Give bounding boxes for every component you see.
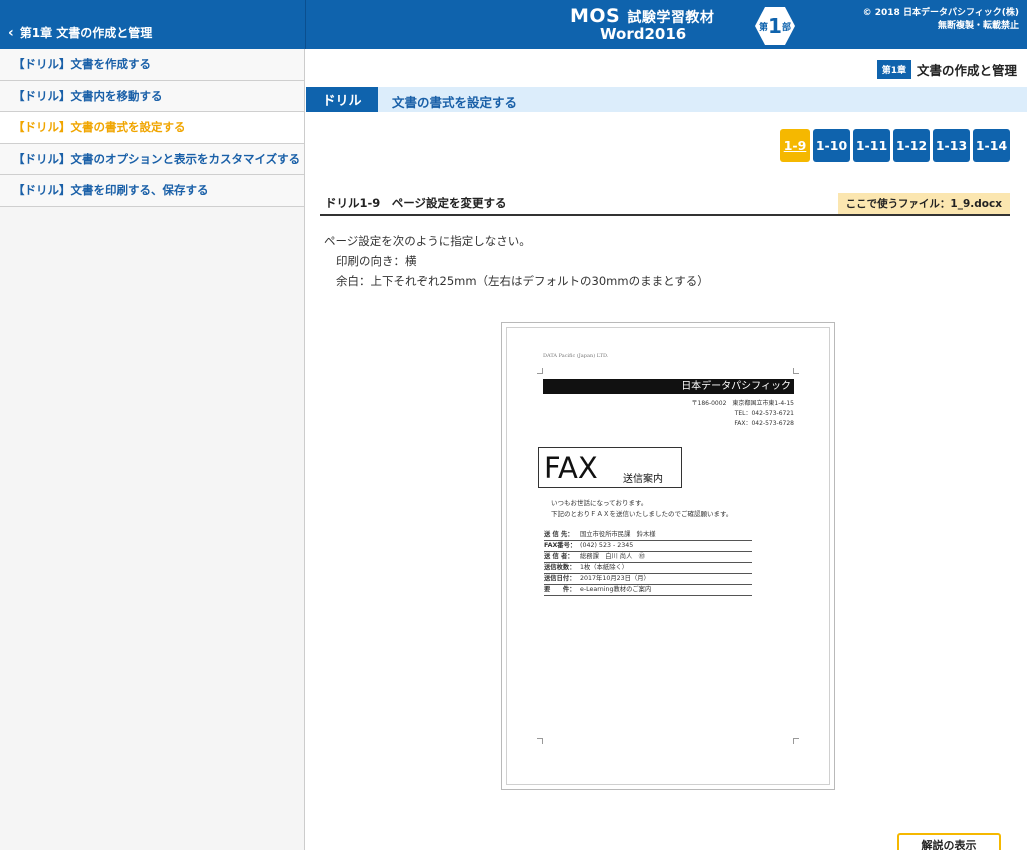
chapter-heading: 第1章 文書の作成と管理 <box>876 60 1017 79</box>
page-button-1-12[interactable]: 1-12 <box>893 129 930 162</box>
sidebar-item-print-save[interactable]: 【ドリル】文書を印刷する、保存する <box>0 175 304 207</box>
chapter-title: 文書の作成と管理 <box>916 63 1017 78</box>
margin-corner-mark <box>793 368 799 374</box>
company-address: 〒186-0002 東京都国立市東1-4-15 TEL：042-573-6721… <box>691 400 795 427</box>
question-title: ドリル1-9 ページ設定を変更する <box>325 196 507 210</box>
show-explanation-button[interactable]: 解説の表示 <box>897 833 1001 850</box>
fax-field: 送信枚数： 1枚（本紙除く） <box>544 563 752 574</box>
document-preview: DATA Pacific (Japan) LTD. 日本データパシフィック 〒1… <box>501 322 835 790</box>
file-label: ここで使うファイル：1_9.docx <box>837 193 1010 214</box>
company-name-bar: 日本データパシフィック <box>543 379 794 394</box>
company-name-en: DATA Pacific (Japan) LTD. <box>543 353 609 359</box>
margin-corner-mark <box>793 738 799 744</box>
back-to-chapter-link[interactable]: ‹ 第1章 文書の作成と管理 <box>8 24 152 41</box>
part-badge: 第1部 <box>755 7 795 45</box>
fax-title: FAX <box>544 451 598 485</box>
fax-field: 送信日付： 2017年10月23日（月） <box>544 574 752 585</box>
logo-sub-text: Word2016 <box>600 25 687 43</box>
page-button-1-9[interactable]: 1-9 <box>780 129 810 162</box>
margin-corner-mark <box>537 368 543 374</box>
page-button-1-13[interactable]: 1-13 <box>933 129 970 162</box>
sidebar-item-customize-options[interactable]: 【ドリル】文書のオプションと表示をカスタマイズする <box>0 143 304 175</box>
sidebar-item-format-document[interactable]: 【ドリル】文書の書式を設定する <box>0 112 304 144</box>
fax-field: 送 信 先： 国立市役所市民課 鈴木様 <box>544 530 752 541</box>
instruction-line: ページ設定を次のように指定しなさい。 <box>324 234 531 248</box>
instruction-line: 余白：上下それぞれ25mm（左右はデフォルトの30mmのままとする） <box>336 274 709 288</box>
drill-title: 文書の書式を設定する <box>392 95 518 110</box>
copyright-notice: © 2018 日本データパシフィック(株) 無断複製・転載禁止 <box>862 8 1019 31</box>
question-header: ドリル1-9 ページ設定を変更する ここで使うファイル：1_9.docx <box>320 193 1010 216</box>
margin-corner-mark <box>537 738 543 744</box>
instruction-line: 印刷の向き：横 <box>336 254 417 268</box>
main-content: 第1章 文書の作成と管理 ドリル 文書の書式を設定する 1-9 1-10 1-1… <box>306 49 1027 850</box>
drill-pager: 1-9 1-10 1-11 1-12 1-13 1-14 <box>780 129 1010 162</box>
sidebar: 【ドリル】文書を作成する 【ドリル】文書内を移動する 【ドリル】文書の書式を設定… <box>0 49 305 850</box>
chevron-left-icon: ‹ <box>8 24 14 41</box>
fax-document: DATA Pacific (Japan) LTD. 日本データパシフィック 〒1… <box>507 328 829 784</box>
fax-fields: 送 信 先： 国立市役所市民課 鈴木様 FAX番号： (042) 523 - 234… <box>544 530 752 596</box>
app-header: ‹ 第1章 文書の作成と管理 MOS 試験学習教材 Word2016 第1部 ©… <box>0 0 1027 49</box>
mos-logo: MOS 試験学習教材 Word2016 第1部 <box>540 3 810 46</box>
fax-greeting: いつもお世話になっております。 下記のとおりＦＡＸを送信いたしましたのでご確認願… <box>551 499 733 518</box>
fax-title-box: FAX 送信案内 <box>538 447 682 488</box>
page-button-1-11[interactable]: 1-11 <box>853 129 890 162</box>
page-button-1-10[interactable]: 1-10 <box>813 129 850 162</box>
fax-subtitle: 送信案内 <box>623 474 663 485</box>
sidebar-item-navigate-document[interactable]: 【ドリル】文書内を移動する <box>0 80 304 112</box>
back-label: 第1章 文書の作成と管理 <box>19 26 153 40</box>
chapter-tag: 第1章 <box>876 60 911 79</box>
fax-field: 送 信 者： 総務課 白川 尚人 ㊞ <box>544 552 752 563</box>
sidebar-item-create-document[interactable]: 【ドリル】文書を作成する <box>0 49 304 81</box>
document-page: DATA Pacific (Japan) LTD. 日本データパシフィック 〒1… <box>506 327 830 785</box>
fax-field: FAX番号： (042) 523 - 2345 <box>544 541 752 552</box>
drill-bar: ドリル 文書の書式を設定する <box>306 87 1027 112</box>
question-instructions: ページ設定を次のように指定しなさい。 印刷の向き：横 余白：上下それぞれ25mm… <box>324 231 709 291</box>
drill-tag: ドリル <box>306 87 378 112</box>
fax-field: 要 件： e-Learning教材のご案内 <box>544 585 752 596</box>
logo-main-text: MOS 試験学習教材 <box>570 5 715 27</box>
header-divider <box>305 0 306 49</box>
page-button-1-14[interactable]: 1-14 <box>973 129 1010 162</box>
